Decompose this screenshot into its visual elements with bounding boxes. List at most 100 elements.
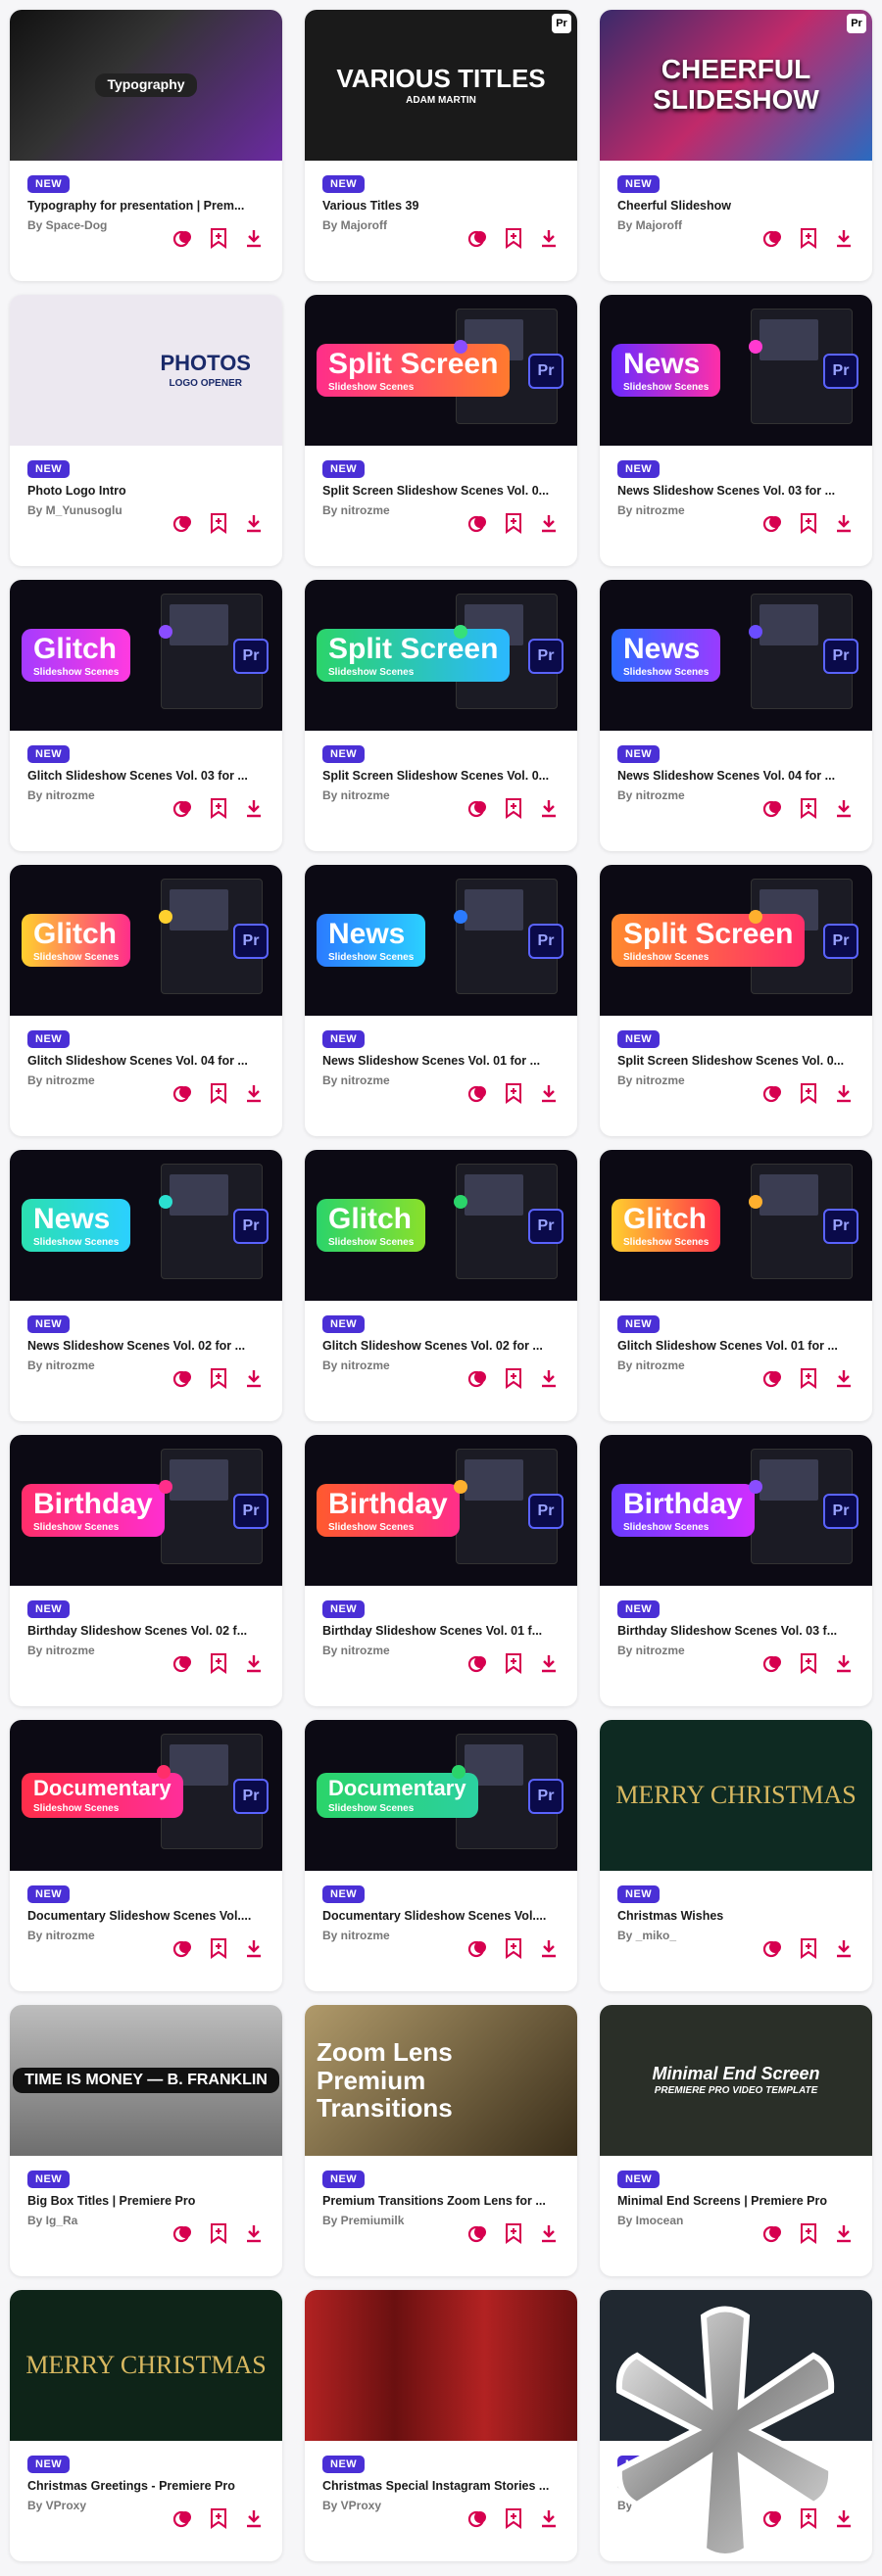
item-card[interactable]: Typography NEW Typography for presentation… [10, 10, 282, 281]
item-card[interactable]: Pr Birthday Slideshow Scenes NEW Birthday Sl… [305, 1435, 577, 1706]
download-button[interactable] [833, 1937, 855, 1959]
download-button[interactable] [243, 1082, 265, 1104]
card-thumbnail[interactable]: Pr Glitch Slideshow Scenes [305, 1150, 577, 1301]
download-button[interactable] [833, 1367, 855, 1389]
item-title[interactable]: Glitch Slideshow Scenes Vol. 03 for ... [27, 769, 263, 783]
add-to-collection-button[interactable] [798, 1652, 819, 1674]
add-to-collection-button[interactable] [798, 1937, 819, 1959]
item-card[interactable]: MERRY CHRISTMAS NEW Christmas Wishes By _mi… [600, 1720, 872, 1991]
card-thumbnail[interactable] [600, 2290, 872, 2441]
card-thumbnail[interactable]: CHEERFUL SLIDESHOW Pr [600, 10, 872, 161]
download-button[interactable] [243, 2507, 265, 2529]
item-title[interactable]: Birthday Slideshow Scenes Vol. 01 f... [322, 1624, 558, 1638]
item-card[interactable]: Pr Split Screen Slideshow Scenes NEW Split S… [305, 295, 577, 566]
item-title[interactable]: News Slideshow Scenes Vol. 03 for ... [617, 484, 853, 498]
item-title[interactable]: Split Screen Slideshow Scenes Vol. 0... [322, 484, 558, 498]
card-thumbnail[interactable]: Pr News Slideshow Scenes [305, 865, 577, 1016]
download-button[interactable] [538, 1367, 560, 1389]
add-to-collection-button[interactable] [208, 227, 229, 249]
preview-button[interactable] [467, 1082, 489, 1104]
add-to-collection-button[interactable] [503, 1652, 524, 1674]
item-card[interactable]: Pr Glitch Slideshow Scenes NEW Glitch Slides… [10, 865, 282, 1136]
download-button[interactable] [833, 227, 855, 249]
add-to-collection-button[interactable] [208, 1937, 229, 1959]
download-button[interactable] [538, 2222, 560, 2244]
item-card[interactable]: PHOTOS LOGO OPENER NEW Photo Logo Intro By M… [10, 295, 282, 566]
item-title[interactable]: Split Screen Slideshow Scenes Vol. 0... [617, 1054, 853, 1068]
card-thumbnail[interactable]: Pr News Slideshow Scenes [600, 580, 872, 731]
preview-button[interactable] [467, 1652, 489, 1674]
download-button[interactable] [538, 512, 560, 534]
add-to-collection-button[interactable] [208, 2222, 229, 2244]
add-to-collection-button[interactable] [503, 1937, 524, 1959]
download-button[interactable] [833, 1652, 855, 1674]
preview-button[interactable] [762, 2507, 784, 2529]
add-to-collection-button[interactable] [208, 2507, 229, 2529]
card-thumbnail[interactable]: Pr Split Screen Slideshow Scenes [600, 865, 872, 1016]
download-button[interactable] [243, 2222, 265, 2244]
add-to-collection-button[interactable] [208, 797, 229, 819]
download-button[interactable] [538, 1652, 560, 1674]
item-title[interactable]: Christmas Greetings - Premiere Pro [27, 2479, 263, 2493]
item-title[interactable]: Glitch Slideshow Scenes Vol. 04 for ... [27, 1054, 263, 1068]
card-thumbnail[interactable]: Typography [10, 10, 282, 161]
card-thumbnail[interactable]: MERRY CHRISTMAS [10, 2290, 282, 2441]
item-card[interactable]: TIME IS MONEY — B. FRANKLIN NEW Big Box Ti… [10, 2005, 282, 2276]
item-title[interactable]: Big Box Titles | Premiere Pro [27, 2194, 263, 2208]
item-title[interactable]: News Slideshow Scenes Vol. 04 for ... [617, 769, 853, 783]
card-thumbnail[interactable]: Pr Birthday Slideshow Scenes [10, 1435, 282, 1586]
preview-button[interactable] [762, 1082, 784, 1104]
card-thumbnail[interactable]: Pr Glitch Slideshow Scenes [10, 865, 282, 1016]
card-thumbnail[interactable]: Pr Split Screen Slideshow Scenes [305, 580, 577, 731]
add-to-collection-button[interactable] [503, 1082, 524, 1104]
item-title[interactable]: Premium Transitions Zoom Lens for ... [322, 2194, 558, 2208]
item-card[interactable]: Pr Birthday Slideshow Scenes NEW Birthday Sl… [600, 1435, 872, 1706]
item-title[interactable]: Cheerful Slideshow [617, 199, 853, 213]
card-thumbnail[interactable]: VARIOUS TITLES ADAM MARTIN Pr [305, 10, 577, 161]
add-to-collection-button[interactable] [503, 2222, 524, 2244]
item-title[interactable]: Birthday Slideshow Scenes Vol. 02 f... [27, 1624, 263, 1638]
card-thumbnail[interactable]: Zoom Lens Premium Transitions [305, 2005, 577, 2156]
item-title[interactable]: Qu... [617, 2479, 853, 2493]
preview-button[interactable] [762, 1367, 784, 1389]
preview-button[interactable] [172, 2507, 194, 2529]
card-thumbnail[interactable] [305, 2290, 577, 2441]
preview-button[interactable] [762, 512, 784, 534]
add-to-collection-button[interactable] [798, 1367, 819, 1389]
card-thumbnail[interactable]: Pr News Slideshow Scenes [600, 295, 872, 446]
item-title[interactable]: Christmas Wishes [617, 1909, 853, 1923]
card-thumbnail[interactable]: Pr Documentary Slideshow Scenes [305, 1720, 577, 1871]
add-to-collection-button[interactable] [208, 1652, 229, 1674]
preview-button[interactable] [467, 797, 489, 819]
add-to-collection-button[interactable] [798, 512, 819, 534]
item-title[interactable]: Glitch Slideshow Scenes Vol. 02 for ... [322, 1339, 558, 1353]
item-card[interactable]: MERRY CHRISTMAS NEW Christmas Greetings - … [10, 2290, 282, 2561]
item-card[interactable]: NEW Christmas Special Instagram Stories .… [305, 2290, 577, 2561]
preview-button[interactable] [467, 2222, 489, 2244]
preview-button[interactable] [467, 1937, 489, 1959]
item-title[interactable]: Documentary Slideshow Scenes Vol.... [27, 1909, 263, 1923]
item-card[interactable]: Zoom Lens Premium Transitions NEW Premium … [305, 2005, 577, 2276]
add-to-collection-button[interactable] [798, 2222, 819, 2244]
download-button[interactable] [538, 797, 560, 819]
preview-button[interactable] [172, 1082, 194, 1104]
card-thumbnail[interactable]: TIME IS MONEY — B. FRANKLIN [10, 2005, 282, 2156]
download-button[interactable] [833, 797, 855, 819]
add-to-collection-button[interactable] [798, 2507, 819, 2529]
card-thumbnail[interactable]: Minimal End Screen PREMIERE PRO VIDEO TEM… [600, 2005, 872, 2156]
item-card[interactable]: Pr Glitch Slideshow Scenes NEW Glitch Slides… [305, 1150, 577, 1421]
item-card[interactable]: Pr News Slideshow Scenes NEW News Slideshow … [305, 865, 577, 1136]
item-card[interactable]: CHEERFUL SLIDESHOW Pr NEW Cheerful Slidesho… [600, 10, 872, 281]
card-thumbnail[interactable]: Pr Glitch Slideshow Scenes [10, 580, 282, 731]
preview-button[interactable] [467, 227, 489, 249]
download-button[interactable] [538, 1937, 560, 1959]
preview-button[interactable] [172, 2222, 194, 2244]
item-title[interactable]: News Slideshow Scenes Vol. 01 for ... [322, 1054, 558, 1068]
download-button[interactable] [243, 1367, 265, 1389]
preview-button[interactable] [467, 1367, 489, 1389]
download-button[interactable] [538, 1082, 560, 1104]
preview-button[interactable] [762, 2222, 784, 2244]
preview-button[interactable] [172, 1937, 194, 1959]
preview-button[interactable] [467, 512, 489, 534]
item-card[interactable]: Pr News Slideshow Scenes NEW News Slideshow … [10, 1150, 282, 1421]
